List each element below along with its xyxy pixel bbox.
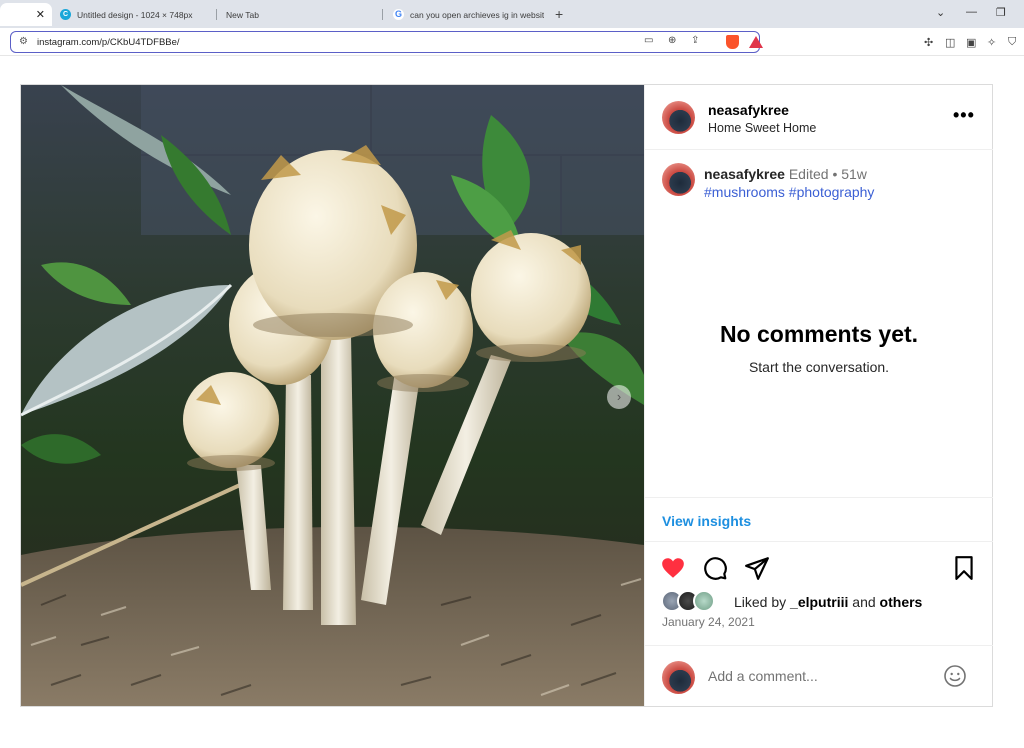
post-username[interactable]: neasafykree xyxy=(708,102,789,118)
sidebar-icon[interactable]: ◫ xyxy=(945,36,955,49)
post-photo: › xyxy=(21,85,644,706)
zoom-icon[interactable]: ⊕ xyxy=(668,35,676,46)
emoji-icon[interactable] xyxy=(943,664,967,688)
caption-avatar[interactable] xyxy=(662,163,695,196)
current-user-avatar xyxy=(662,661,695,694)
brave-rewards-icon[interactable] xyxy=(749,36,763,48)
liked-by-others[interactable]: others xyxy=(880,594,923,610)
tab-new-tab[interactable]: New Tab xyxy=(226,3,376,26)
tab-title: New Tab xyxy=(226,9,259,20)
wallet-icon[interactable]: ▣ xyxy=(966,36,976,49)
tab-canva[interactable]: C Untitled design - 1024 × 748px xyxy=(60,3,210,26)
canva-icon: C xyxy=(60,9,71,20)
leo-ai-icon[interactable]: ✧ xyxy=(987,36,996,49)
instagram-post: › neasafykree Home Sweet Home ••• neasaf… xyxy=(20,84,993,707)
url-text[interactable]: instagram.com/p/CKbU4TDFBBe/ xyxy=(37,37,180,48)
tab-divider xyxy=(216,9,217,20)
more-options-icon[interactable]: ••• xyxy=(953,105,975,126)
browser-toolbar: ⚙ instagram.com/p/CKbU4TDFBBe/ ▭ ⊕ ⇪ ✣ ◫… xyxy=(0,28,1024,56)
caption-hashtags[interactable]: #mushrooms #photography xyxy=(704,184,874,200)
next-photo-button[interactable]: › xyxy=(607,385,631,409)
address-bar[interactable]: ⚙ instagram.com/p/CKbU4TDFBBe/ ▭ ⊕ ⇪ xyxy=(10,31,763,53)
no-comments-subtitle: Start the conversation. xyxy=(748,359,890,375)
like-heart-icon[interactable] xyxy=(660,555,686,581)
view-insights-link[interactable]: View insights xyxy=(662,513,751,529)
liked-by-prefix: Liked by xyxy=(734,594,787,610)
caption-username[interactable]: neasafykree xyxy=(704,166,785,182)
mushroom-photo xyxy=(21,85,644,706)
comment-icon[interactable] xyxy=(702,555,728,581)
liker-avatar[interactable] xyxy=(693,590,715,612)
close-icon[interactable]: ✕ xyxy=(36,8,45,21)
extensions-icon[interactable]: ✣ xyxy=(924,36,933,49)
browser-tab-strip: ✕ C Untitled design - 1024 × 748px New T… xyxy=(0,0,1024,28)
minimize-button[interactable]: — xyxy=(966,6,977,18)
tab-divider xyxy=(382,9,383,20)
share-icon[interactable] xyxy=(744,555,770,581)
tab-google-search[interactable]: G can you open archieves ig in websit xyxy=(393,3,548,26)
vpn-shield-icon[interactable]: ⛉ xyxy=(1008,36,1016,49)
restore-button[interactable]: ❐ xyxy=(996,6,1006,19)
liked-by-connector: and xyxy=(852,594,876,610)
post-sidebar: neasafykree Home Sweet Home ••• neasafyk… xyxy=(644,85,993,706)
add-comment-row: Add a comment... xyxy=(645,645,993,706)
avatar[interactable] xyxy=(662,101,695,134)
add-comment-input[interactable]: Add a comment... xyxy=(708,668,818,684)
insights-row: View insights xyxy=(645,497,993,542)
post-header: neasafykree Home Sweet Home ••• xyxy=(645,85,993,150)
caption-separator: • xyxy=(832,166,838,182)
edited-label: Edited xyxy=(788,166,829,182)
save-bookmark-icon[interactable] xyxy=(951,555,977,581)
no-comments-title: No comments yet. xyxy=(719,321,919,347)
site-settings-icon[interactable]: ⚙ xyxy=(19,36,28,47)
tab-search-chevron-icon[interactable]: ⌄ xyxy=(936,6,945,19)
post-date[interactable]: January 24, 2021 xyxy=(662,615,755,629)
post-location[interactable]: Home Sweet Home xyxy=(708,121,816,135)
google-icon: G xyxy=(393,9,404,20)
post-age[interactable]: 51w xyxy=(841,166,867,182)
brave-shields-icon[interactable] xyxy=(726,35,739,49)
cast-icon[interactable]: ▭ xyxy=(644,35,653,46)
liked-by-text: Liked by _elputriii and others xyxy=(734,594,922,610)
share-icon[interactable]: ⇪ xyxy=(691,35,699,46)
liked-by-user[interactable]: _elputriii xyxy=(790,594,848,610)
caption-meta: neasafykree Edited • 51w xyxy=(704,166,867,182)
tab-instagram[interactable]: ✕ xyxy=(0,3,52,26)
tab-title: Untitled design - 1024 × 748px xyxy=(77,9,193,20)
new-tab-button[interactable]: + xyxy=(555,6,563,22)
tab-title: can you open archieves ig in websit xyxy=(410,9,545,20)
